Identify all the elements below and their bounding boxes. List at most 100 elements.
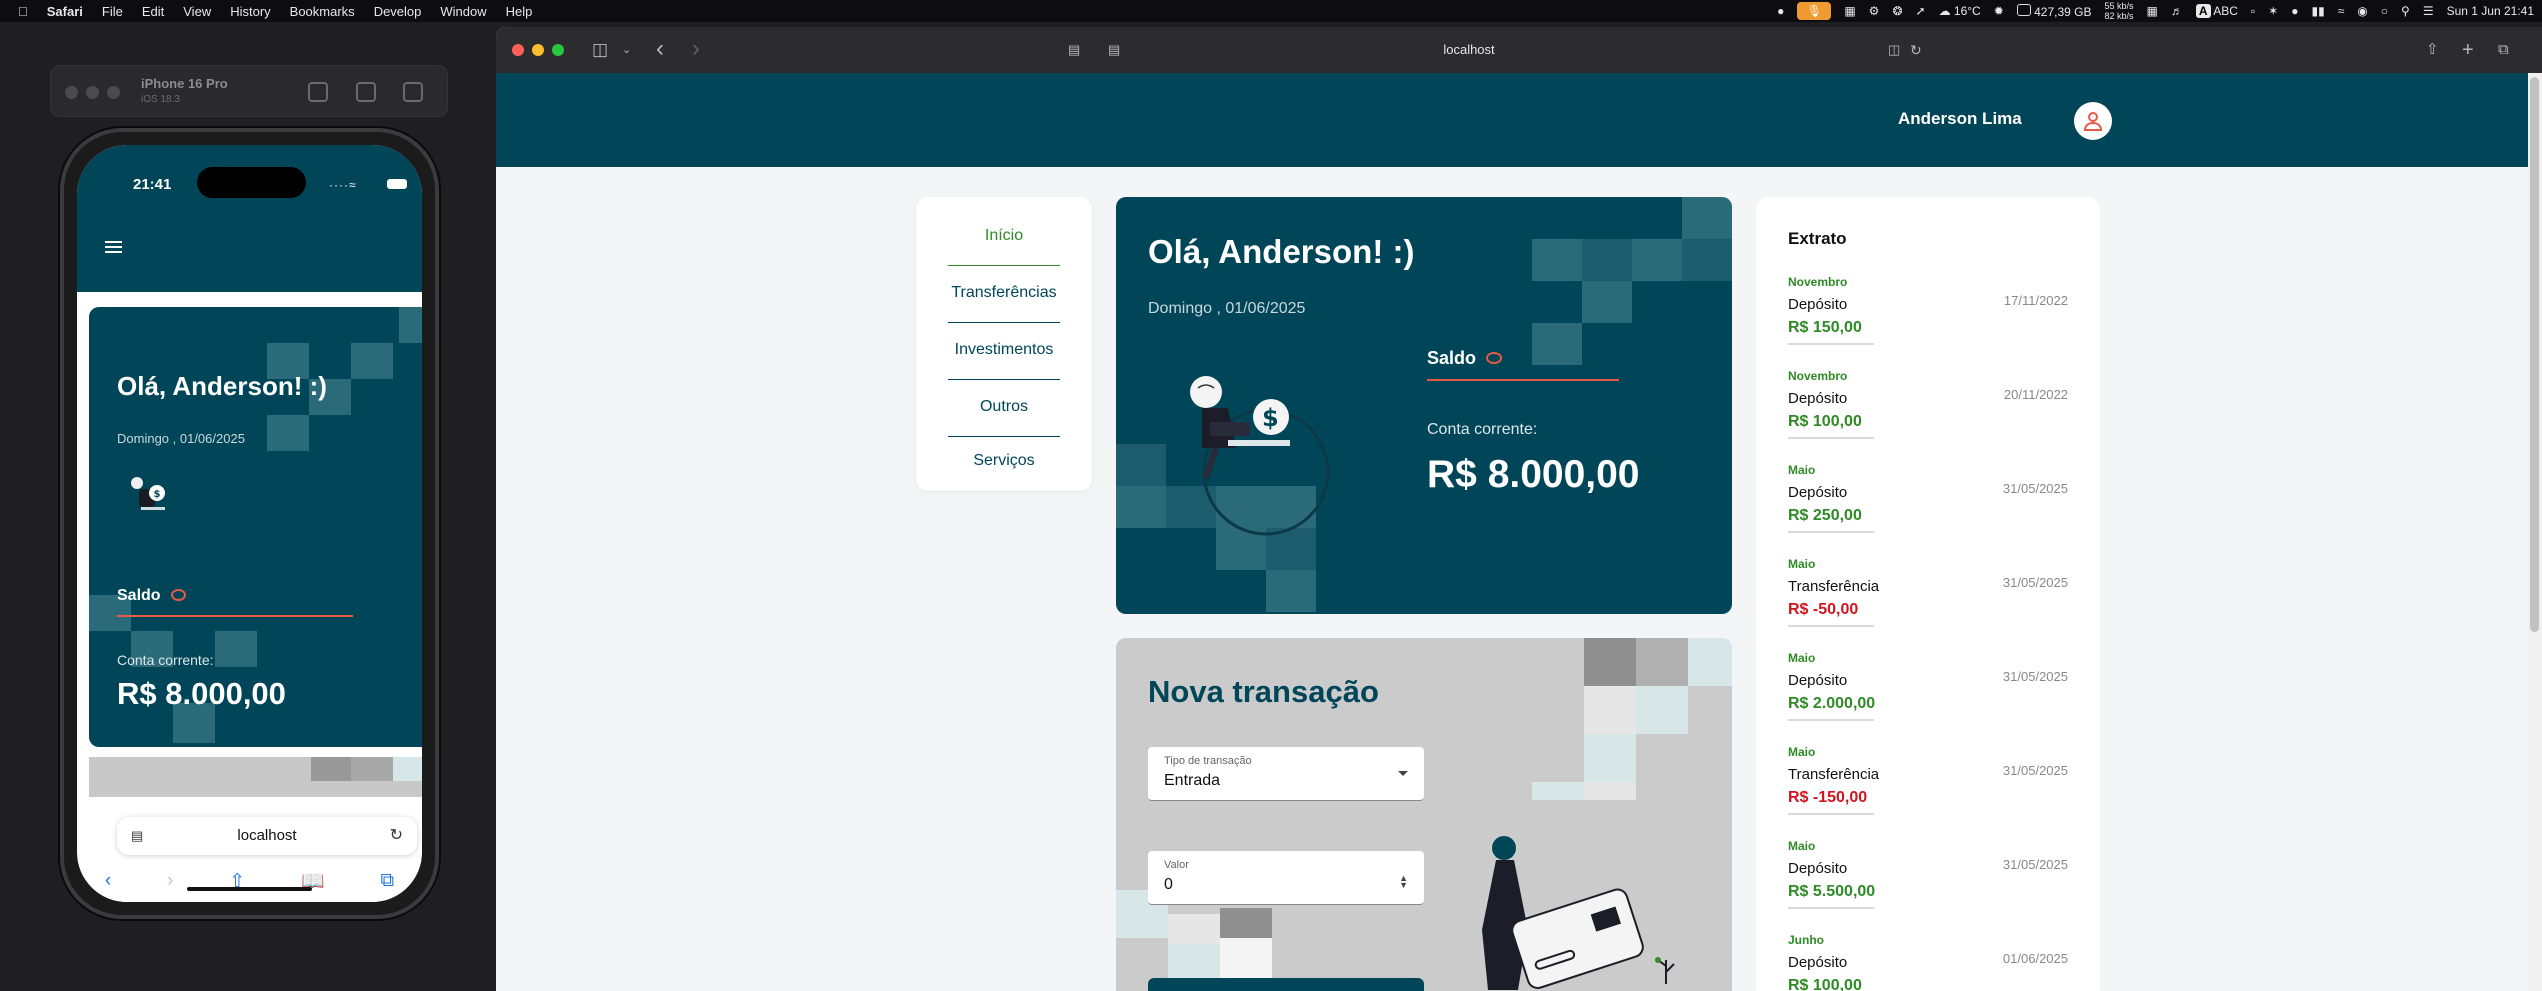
menu-app-name[interactable]: Safari xyxy=(47,4,83,19)
sidebar-icon[interactable]: ◫ xyxy=(592,40,608,60)
close-button[interactable] xyxy=(512,44,524,56)
transaction-value-text: 0 xyxy=(1164,876,1173,893)
pin-icon[interactable]: ➚ xyxy=(1916,4,1926,18)
reload-icon[interactable]: ↻ xyxy=(1910,40,1922,60)
transaction-type-select[interactable]: Tipo de transação Entrada xyxy=(1148,747,1424,801)
statement-entry: Maio Depósito 31/05/2025 R$ 2.000,00 xyxy=(1788,651,2068,745)
notification-icon[interactable]: ☰ xyxy=(2423,4,2434,18)
compass-icon[interactable]: ❂ xyxy=(1892,4,1902,18)
menu-file[interactable]: File xyxy=(102,4,123,19)
macos-menubar:  Safari File Edit View History Bookmark… xyxy=(0,0,2542,22)
entry-date: 17/11/2022 xyxy=(2003,293,2068,308)
battery-icon[interactable]: ▮▮ xyxy=(2311,4,2324,18)
audio-icon[interactable]: ♬ xyxy=(2171,4,2183,18)
window-icon[interactable]: ▫ xyxy=(2251,4,2255,18)
entry-underline xyxy=(1788,813,1874,815)
grid-icon[interactable]: ▦ xyxy=(2147,4,2158,18)
avatar[interactable] xyxy=(2074,102,2112,140)
menu-bookmarks[interactable]: Bookmarks xyxy=(290,4,355,19)
scrollbar-thumb[interactable] xyxy=(2530,77,2539,632)
current-date: Domingo , 01/06/2025 xyxy=(1148,300,1306,317)
entry-date: 31/05/2025 xyxy=(2002,481,2068,496)
entry-type: Depósito xyxy=(1788,860,1848,877)
microphone-icon[interactable]: 🎙 xyxy=(1797,2,1832,20)
finance-illustration: $ xyxy=(1190,376,1330,536)
sim-screenshot-icon[interactable] xyxy=(356,82,376,102)
reader-icon[interactable]: ▤ xyxy=(131,817,143,855)
input-source[interactable]: A ABC xyxy=(2195,4,2238,18)
storage-status[interactable]: 427,39 GB xyxy=(2016,3,2092,19)
forward-icon[interactable]: › xyxy=(167,870,173,892)
phone-url-bar[interactable]: ▤ localhost ↻ xyxy=(117,817,417,855)
display-icon[interactable]: ▦ xyxy=(1844,4,1855,18)
menubar-clock[interactable]: Sun 1 Jun 21:41 xyxy=(2447,4,2534,18)
nav-inicio[interactable]: Início xyxy=(948,209,1060,266)
apple-icon[interactable]:  xyxy=(18,4,28,19)
storage-text: 427,39 GB xyxy=(2034,4,2092,19)
reload-icon[interactable]: ↻ xyxy=(390,817,403,855)
statement-title: Extrato xyxy=(1788,229,1847,248)
record-icon[interactable]: ● xyxy=(1777,4,1784,18)
back-icon[interactable]: ‹ xyxy=(105,870,111,892)
settings-icon[interactable]: ⚙ xyxy=(1869,4,1880,18)
phone-url-text: localhost xyxy=(237,827,297,844)
menu-develop[interactable]: Develop xyxy=(374,4,422,19)
network-speed[interactable]: 55 kb/s 82 kb/s xyxy=(2105,1,2134,21)
menu-window[interactable]: Window xyxy=(440,4,486,19)
phone-battery-icon xyxy=(387,179,407,189)
search-icon[interactable]: ⚲ xyxy=(2401,4,2410,18)
nav-transferencias[interactable]: Transferências xyxy=(948,266,1060,323)
submit-transaction-button[interactable] xyxy=(1148,978,1424,991)
dynamic-island xyxy=(197,167,306,198)
chevron-down-icon[interactable]: ⌄ xyxy=(622,40,631,60)
zoom-button[interactable] xyxy=(552,44,564,56)
entry-underline xyxy=(1788,343,1874,345)
phone-saldo-underline xyxy=(117,615,353,617)
translate-icon[interactable]: ◫ xyxy=(1888,40,1900,60)
tabs-icon[interactable]: ⧉ xyxy=(380,870,394,892)
back-icon[interactable]: ‹ xyxy=(656,37,664,61)
transaction-value-input[interactable]: Valor 0 ▲ ▼ xyxy=(1148,851,1424,905)
tab-overview-icon[interactable]: ⧉ xyxy=(2498,40,2509,60)
eye-icon[interactable] xyxy=(171,589,186,601)
entry-type: Depósito xyxy=(1788,954,1848,971)
entry-date: 31/05/2025 xyxy=(2002,669,2068,684)
eye-icon[interactable] xyxy=(1486,352,1502,364)
siri-icon[interactable]: ○ xyxy=(2381,4,2388,18)
entry-amount: R$ 250,00 xyxy=(1788,507,1862,524)
address-bar[interactable]: localhost xyxy=(956,37,1982,63)
stepper-icon[interactable]: ▲ ▼ xyxy=(1399,874,1408,890)
entry-amount: R$ 100,00 xyxy=(1788,977,1862,991)
minimize-button[interactable] xyxy=(532,44,544,56)
activity-icon[interactable]: ✹ xyxy=(1994,4,2004,18)
forward-icon[interactable]: › xyxy=(692,37,700,61)
nav-investimentos[interactable]: Investimentos xyxy=(948,323,1060,380)
sim-home-icon[interactable] xyxy=(308,82,328,102)
sim-minimize-dot[interactable] xyxy=(86,86,99,99)
menu-help[interactable]: Help xyxy=(506,4,533,19)
entry-month: Maio xyxy=(1788,463,1816,477)
nav-outros-servicos[interactable]: Outros Serviços xyxy=(948,380,1060,469)
menu-view[interactable]: View xyxy=(183,4,211,19)
sim-rotate-icon[interactable] xyxy=(403,82,423,102)
entry-underline xyxy=(1788,719,1874,721)
transaction-title: Nova transação xyxy=(1148,674,1379,709)
phone-account-card: Olá, Anderson! :) Domingo , 01/06/2025 $… xyxy=(89,307,422,747)
iphone-screen: 21:41 ····≈ Olá, Anderson! :) Domingo , … xyxy=(77,145,422,902)
user-icon[interactable]: ● xyxy=(2291,4,2298,18)
new-tab-icon[interactable]: + xyxy=(2462,40,2474,60)
weather-status[interactable]: ☁ 16°C xyxy=(1939,4,1981,18)
wifi-icon[interactable]: ≈ xyxy=(2338,4,2345,18)
sim-close-dot[interactable] xyxy=(65,86,78,99)
share-icon[interactable]: ⇧ xyxy=(2426,40,2439,60)
svg-text:$: $ xyxy=(1262,404,1279,432)
iphone-simulator: 21:41 ····≈ Olá, Anderson! :) Domingo , … xyxy=(60,128,439,919)
menu-edit[interactable]: Edit xyxy=(142,4,164,19)
hamburger-menu-icon[interactable] xyxy=(105,241,122,253)
bluetooth-icon[interactable]: ✶ xyxy=(2268,4,2278,18)
control-center-icon[interactable]: ◉ xyxy=(2357,4,2367,18)
phone-transaction-card-top xyxy=(89,757,422,797)
sim-zoom-dot[interactable] xyxy=(107,86,120,99)
menubar-status-area: ● 🎙 ▦ ⚙ ❂ ➚ ☁ 16°C ✹ 427,39 GB 55 kb/s 82… xyxy=(1777,0,2534,22)
menu-history[interactable]: History xyxy=(230,4,270,19)
